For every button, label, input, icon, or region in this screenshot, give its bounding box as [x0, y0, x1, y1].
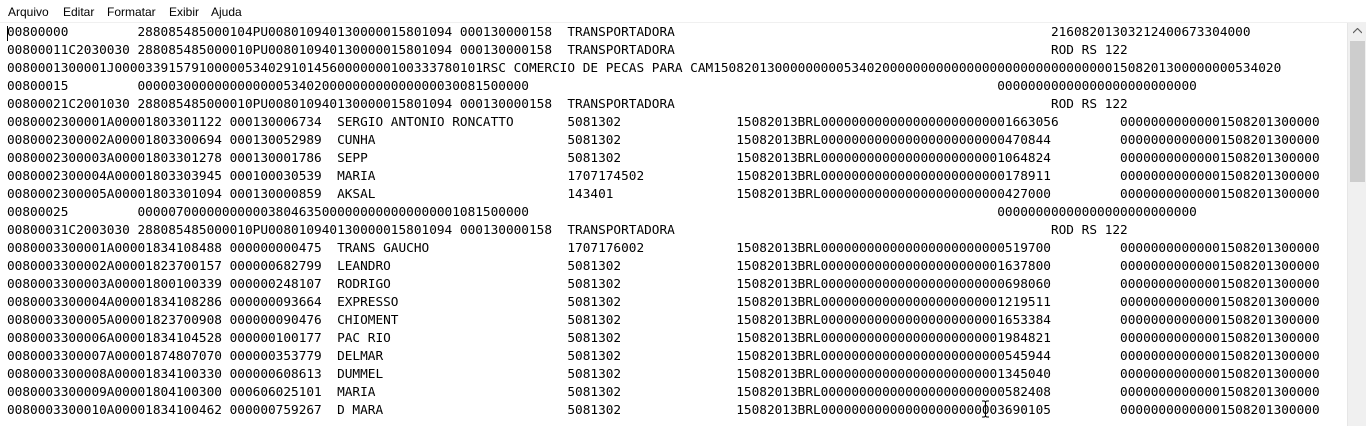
text-line: 0080003300005A00001823700908 00000009047… — [7, 313, 1320, 328]
text-line: 0080003300007A00001874807070 00000035377… — [7, 349, 1320, 364]
text-line: 0080003300010A00001834100462 00000075926… — [7, 403, 1320, 418]
ibeam-cursor-icon — [982, 400, 989, 418]
text-line: 0080001300001J00003391579100000534029101… — [7, 61, 1282, 76]
text-line: 0080002300003A00001803301278 00013000178… — [7, 151, 1320, 166]
menu-ajuda[interactable]: Ajuda — [211, 0, 242, 22]
text-line: 0080003300001A00001834108488 00000000047… — [7, 241, 1320, 256]
menu-exibir[interactable]: Exibir — [169, 0, 199, 22]
text-line: 00800011C2030030 288085485000010PU008010… — [7, 43, 1128, 58]
menu-bar: Arquivo Editar Formatar Exibir Ajuda — [0, 0, 1366, 23]
text-line: 00800031C2003030 288085485000010PU008010… — [7, 223, 1128, 238]
text-line: 0080003300004A00001834108286 00000009366… — [7, 295, 1320, 310]
scroll-up-icon[interactable] — [1348, 23, 1366, 40]
text-line: 0080003300006A00001834104528 00000010017… — [7, 331, 1320, 346]
text-line: 0080003300008A00001834100330 00000060861… — [7, 367, 1320, 382]
text-line: 0080003300009A00001804100300 00060602510… — [7, 385, 1320, 400]
text-line: 0080002300004A00001803303945 00010003053… — [7, 169, 1320, 184]
text-line: 0080002300005A00001803301094 00013000085… — [7, 187, 1320, 202]
text-line: 00800000 288085485000104PU00801094013000… — [7, 25, 1251, 40]
notepad-window: Arquivo Editar Formatar Exibir Ajuda 008… — [0, 0, 1366, 426]
text-line: 00800021C2001030 288085485000010PU008010… — [7, 97, 1128, 112]
text-line: 0080002300001A00001803301122 00013000673… — [7, 115, 1320, 130]
scrollbar-thumb[interactable] — [1350, 41, 1365, 182]
text-editor[interactable]: 00800000 288085485000104PU00801094013000… — [0, 23, 1347, 426]
text-line: 0080002300002A00001803300694 00013005298… — [7, 133, 1320, 148]
text-line: 00800015 0000030000000000000534020000000… — [7, 79, 1197, 94]
text-line: 0080003300002A00001823700157 00000068279… — [7, 259, 1320, 274]
text-line: 00800025 0000070000000000038046350000000… — [7, 205, 1197, 220]
menu-editar[interactable]: Editar — [63, 0, 94, 22]
menu-arquivo[interactable]: Arquivo — [8, 0, 49, 22]
vertical-scrollbar[interactable] — [1347, 23, 1366, 426]
menu-formatar[interactable]: Formatar — [107, 0, 156, 22]
text-line: 0080003300003A00001800100339 00000024810… — [7, 277, 1320, 292]
